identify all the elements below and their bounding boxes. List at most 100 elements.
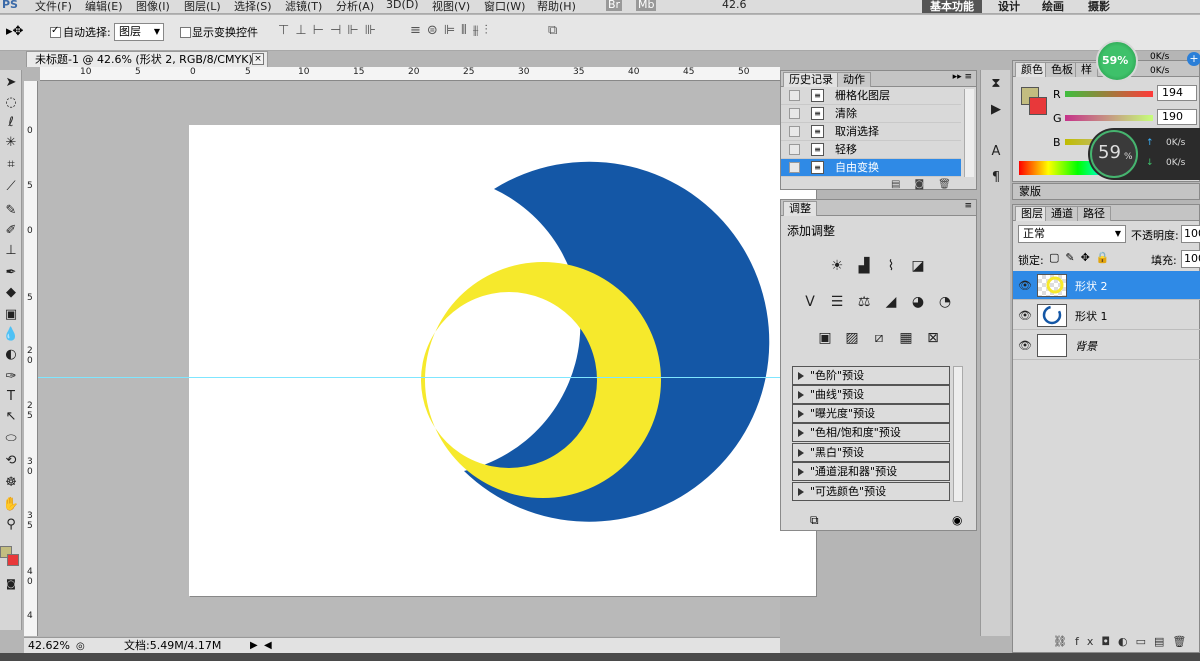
healing-brush-icon[interactable]: ✎ <box>2 202 20 220</box>
color-balance-icon[interactable]: ⚖ <box>854 292 874 312</box>
hand-tool-icon[interactable]: ✋ <box>2 496 20 514</box>
menu-3d[interactable]: 3D(D) <box>386 0 419 11</box>
paragraph-dock-icon[interactable]: ¶ <box>986 168 1006 188</box>
channel-mixer-icon[interactable]: ◔ <box>935 292 955 312</box>
menu-help[interactable]: 帮助(H) <box>537 0 576 13</box>
vibrance-icon[interactable]: V <box>800 292 820 312</box>
blend-mode-select[interactable]: 正常 ▼ <box>1018 225 1126 243</box>
history-item[interactable]: ≡ 清除 <box>781 105 961 123</box>
type-tool-icon[interactable]: T <box>2 388 20 406</box>
status-arrow-icon[interactable]: ▶ <box>250 638 258 653</box>
posterize-icon[interactable]: ▨ <box>842 328 862 348</box>
gradient-map-icon[interactable]: ▦ <box>896 328 916 348</box>
info-icon[interactable]: ◎ <box>76 639 85 654</box>
lasso-tool-icon[interactable]: ℓ <box>2 114 20 132</box>
tab-paths[interactable]: 路径 <box>1077 206 1111 221</box>
exposure-icon[interactable]: ◪ <box>908 256 928 276</box>
zoom-level[interactable]: 42.62% <box>28 638 70 653</box>
opacity-value[interactable]: 100 <box>1181 225 1200 243</box>
background-color[interactable] <box>1029 97 1047 115</box>
move-tool-icon[interactable]: ▸✥ <box>6 24 23 39</box>
menu-select[interactable]: 选择(S) <box>234 0 272 13</box>
stamp-tool-icon[interactable]: ⊥ <box>2 242 20 260</box>
history-item[interactable]: ≡ 取消选择 <box>781 123 961 141</box>
menu-image[interactable]: 图像(I) <box>136 0 170 13</box>
document-canvas[interactable] <box>189 125 816 596</box>
align-icons[interactable]: ⊤⊥⊢⊣⊩⊪ <box>278 23 382 38</box>
tab-history[interactable]: 历史记录 <box>783 72 839 87</box>
distribute-icons[interactable]: ≡⊜⊫⫴⫵⫶ <box>410 23 494 38</box>
history-item[interactable]: ≡ 轻移 <box>781 141 961 159</box>
fill-value[interactable]: 100 <box>1181 250 1200 268</box>
history-scrollbar[interactable] <box>964 89 974 177</box>
minibridge-button[interactable]: Mb <box>636 0 657 11</box>
preset-curves[interactable]: "曲线"预设 <box>792 385 950 404</box>
tab-styles[interactable]: 样 <box>1075 62 1098 77</box>
plus-icon[interactable]: + <box>1187 52 1200 66</box>
eyedropper-icon[interactable]: ⟋ <box>2 178 20 196</box>
marquee-tool-icon[interactable]: ◌ <box>2 94 20 112</box>
brush-tool-icon[interactable]: ✐ <box>2 222 20 240</box>
lock-icons[interactable]: ▢✎✥🔒 <box>1049 251 1116 264</box>
preset-scrollbar[interactable] <box>953 366 963 502</box>
selective-color-icon[interactable]: ⊠ <box>923 328 943 348</box>
character-dock-icon[interactable]: A <box>986 142 1006 162</box>
panel-menu-icon[interactable]: ▸▸ ≡ <box>953 72 972 82</box>
workspace-essentials[interactable]: 基本功能 <box>922 0 982 13</box>
history-footer-icons[interactable]: ▤◙🗑 <box>891 179 965 190</box>
scroll-left-icon[interactable]: ◀ <box>264 638 272 653</box>
tab-color[interactable]: 颜色 <box>1015 62 1049 77</box>
preset-black-white[interactable]: "黑白"预设 <box>792 443 950 462</box>
invert-icon[interactable]: ▣ <box>815 328 835 348</box>
actions-dock-icon[interactable]: ▶ <box>986 100 1006 120</box>
eye-icon[interactable]: 👁 <box>1018 309 1032 322</box>
3d-orbit-icon[interactable]: ☸ <box>2 474 20 492</box>
auto-select-dropdown[interactable]: 图层 ▼ <box>114 23 164 41</box>
blur-tool-icon[interactable]: 💧 <box>2 326 20 344</box>
tab-swatches[interactable]: 色板 <box>1045 62 1079 77</box>
auto-align-icon[interactable]: ⧉ <box>548 23 557 38</box>
menu-layer[interactable]: 图层(L) <box>184 0 221 13</box>
workspace-painting[interactable]: 绘画 <box>1042 0 1064 13</box>
menu-filter[interactable]: 滤镜(T) <box>285 0 322 13</box>
tab-channels[interactable]: 通道 <box>1045 206 1079 221</box>
eye-icon[interactable]: 👁 <box>1018 279 1032 292</box>
layer-row-shape2[interactable]: 👁 形状 2 <box>1013 271 1200 300</box>
pen-tool-icon[interactable]: ✑ <box>2 368 20 386</box>
layer-row-background[interactable]: 👁 背景 <box>1013 331 1200 360</box>
g-value[interactable]: 190 <box>1157 109 1197 125</box>
document-tab[interactable]: 未标题-1 @ 42.6% (形状 2, RGB/8/CMYK) * × <box>26 51 268 67</box>
tab-adjustments[interactable]: 调整 <box>783 201 817 216</box>
clip-icon[interactable]: ⧉ <box>810 513 819 528</box>
tab-layers[interactable]: 图层 <box>1015 206 1049 221</box>
brightness-icon[interactable]: ☀ <box>827 256 847 276</box>
threshold-icon[interactable]: ⧄ <box>869 328 889 348</box>
history-dock-icon[interactable]: ⧗ <box>986 74 1006 94</box>
layer-name[interactable]: 形状 1 <box>1075 308 1108 324</box>
workspace-photography[interactable]: 摄影 <box>1088 0 1110 13</box>
3d-rotate-icon[interactable]: ⟲ <box>2 452 20 470</box>
zoom-box[interactable]: 42.6 <box>722 0 747 11</box>
preset-levels[interactable]: "色阶"预设 <box>792 366 950 385</box>
preset-hue-sat[interactable]: "色相/饱和度"预设 <box>792 423 950 442</box>
horizontal-guide[interactable] <box>38 377 780 378</box>
zoom-tool-icon[interactable]: ⚲ <box>2 516 20 534</box>
tab-actions[interactable]: 动作 <box>837 72 871 87</box>
gradient-tool-icon[interactable]: ▣ <box>2 306 20 324</box>
auto-select-checkbox[interactable] <box>50 25 61 38</box>
visibility-icon[interactable]: ◉ <box>952 513 962 527</box>
hue-sat-icon[interactable]: ☰ <box>827 292 847 312</box>
layer-name[interactable]: 形状 2 <box>1075 278 1108 294</box>
r-slider[interactable] <box>1065 91 1153 97</box>
eraser-tool-icon[interactable]: ◆ <box>2 284 20 302</box>
path-select-icon[interactable]: ↖ <box>2 408 20 426</box>
move-tool-icon[interactable]: ➤ <box>2 74 20 92</box>
magic-wand-icon[interactable]: ✳ <box>2 134 20 152</box>
g-slider[interactable] <box>1065 115 1153 121</box>
menu-edit[interactable]: 编辑(E) <box>85 0 123 13</box>
panel-menu-icon[interactable]: ≡ <box>964 201 972 211</box>
layer-footer-icons[interactable]: ⛓fx◘◐▭▤🗑 <box>1053 635 1194 648</box>
dodge-tool-icon[interactable]: ◐ <box>2 346 20 364</box>
background-swatch[interactable] <box>7 554 19 566</box>
history-brush-icon[interactable]: ✒ <box>2 264 20 282</box>
